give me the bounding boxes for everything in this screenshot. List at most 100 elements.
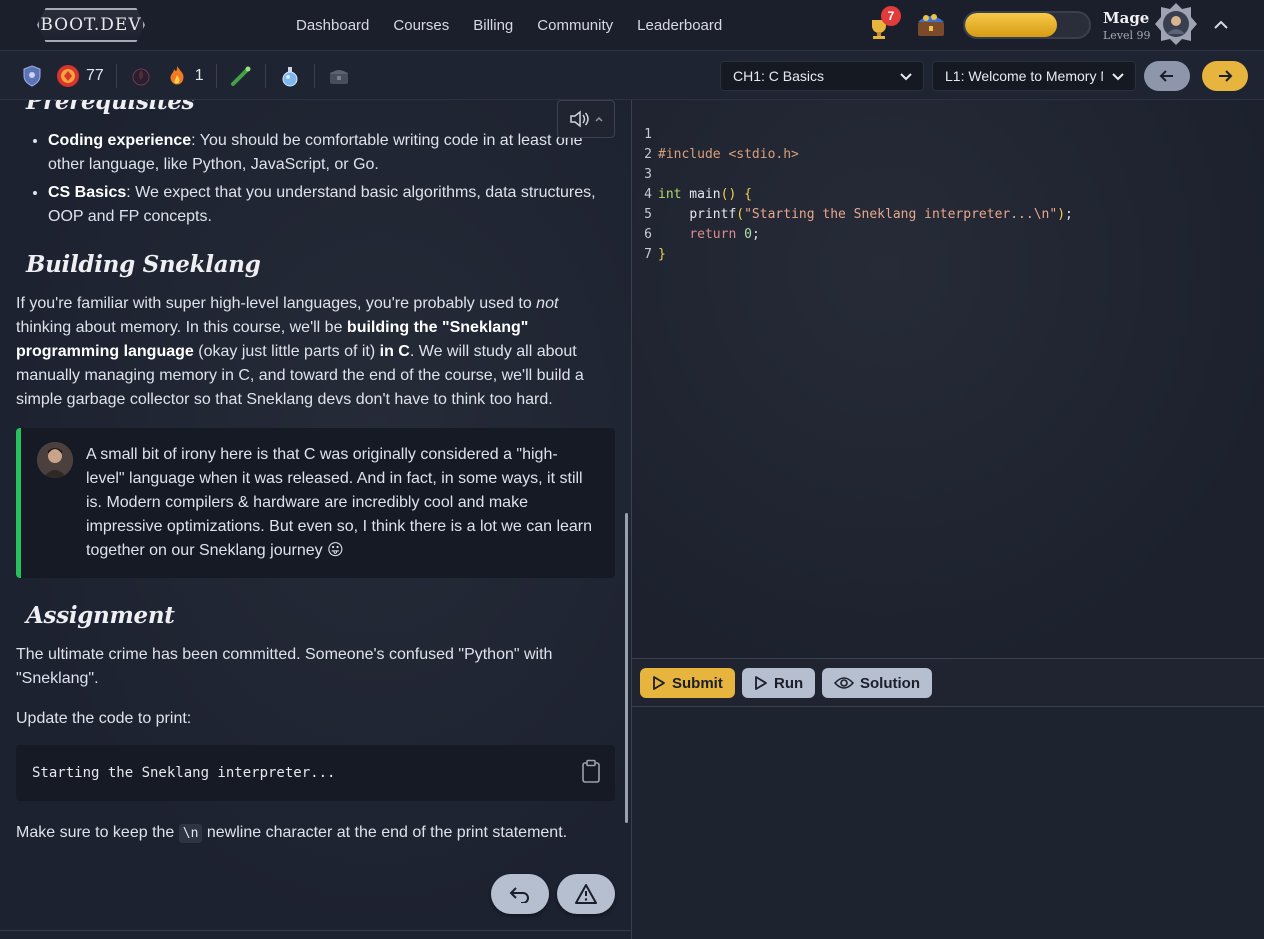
function-name: printf [689,207,737,222]
notifications-button[interactable]: 7 [866,6,901,42]
main-nav: Dashboard Courses Billing Community Lead… [296,0,722,50]
potion-stat[interactable] [266,62,314,90]
collapse-chevron-icon[interactable] [1211,15,1231,35]
code-line: 2 [632,125,663,162]
chevron-up-icon [595,116,603,122]
xp-progress-fill [965,13,1057,37]
shield-stat[interactable] [8,62,56,90]
assignment-heading: Assignment [26,602,175,629]
locked-chest-icon [329,70,348,84]
submit-label: Submit [672,674,723,692]
streak-count: 1 [194,67,204,84]
list-item-text: : We expect that you understand basic al… [48,184,596,225]
list-item: Coding experience: You should be comfort… [48,129,606,177]
xp-progress-bar [963,11,1091,39]
code-text: #include <stdio.h> [658,147,799,162]
function-name: main [681,187,721,202]
lesson-select-value: L1: Welcome to Memory M [945,68,1103,84]
nav-courses[interactable]: Courses [393,17,449,34]
report-issue-button[interactable] [557,874,615,914]
gem-coin-icon [57,65,79,87]
notification-count-badge: 7 [881,6,901,26]
code-text: return 0; [689,227,760,242]
bootdev-logo[interactable]: BOOT.DEV [37,8,145,42]
play-icon [755,676,767,690]
gems-count: 77 [86,67,104,84]
text: If you're familiar with super high-level… [16,295,537,312]
wand-icon [230,66,251,86]
treasure-chest-icon[interactable] [914,10,948,40]
clipboard-icon[interactable] [581,759,601,783]
streak-stat[interactable]: 1 [165,62,216,90]
list-item-title: Coding experience [48,132,192,149]
author-avatar [37,442,73,478]
play-icon [653,676,665,690]
code-line: 3 int main() { [632,145,752,202]
building-paragraph: If you're familiar with super high-level… [16,292,606,412]
player-stats: 77 1 [8,51,363,101]
speaker-icon [570,110,589,128]
lesson-article: Prerequisites Coding experience: You sho… [16,100,615,846]
newline-note: Make sure to keep the \n newline charact… [16,821,606,846]
emphasis: not [536,295,559,312]
next-lesson-button[interactable] [1202,61,1248,91]
code-line: 7 [632,225,663,262]
code-text: int main() { [658,187,752,202]
top-navbar: BOOT.DEV Dashboard Courses Billing Commu… [0,0,1264,50]
editor-action-bar: Submit Run Solution [632,658,1264,707]
undo-button[interactable] [491,874,549,914]
chest-stat[interactable] [315,62,363,90]
eye-icon [834,677,854,689]
flame-icon [170,66,184,85]
lesson-content-pane[interactable]: Prerequisites Coding experience: You sho… [0,100,631,939]
expected-output-codeblock: Starting the Sneklang interpreter... [16,745,615,801]
code-editor[interactable]: 1 #include <stdio.h> 2 3 int main() { 4 … [632,100,1264,658]
string-literal: "Starting the Sneklang interpreter...\n" [744,207,1058,222]
shield-icon [23,65,41,87]
assignment-instruction: Update the code to print: [16,710,192,727]
rank-name: Mage [1103,9,1150,27]
previous-lesson-button[interactable] [1144,61,1190,91]
keyword: return [689,227,737,242]
lesson-toolbar: 77 1 CH1: C Basics L1: Welcome to Memory… [0,50,1264,100]
nav-leaderboard[interactable]: Leaderboard [637,17,722,34]
wand-stat[interactable] [217,62,265,90]
submit-button[interactable]: Submit [640,668,735,698]
inline-code: \n [178,824,203,843]
solution-label: Solution [860,674,920,692]
text: (okay just little parts of it) [193,343,380,360]
potion-icon [282,67,298,87]
chevron-down-icon [900,73,912,81]
rank-level: Level 99 [1103,29,1151,42]
arrow-left-icon [1159,70,1173,82]
content-scrollbar[interactable] [625,513,628,823]
code-text: printf("Starting the Sneklang interprete… [689,207,1073,222]
prerequisites-list: Coding experience: You should be comfort… [16,129,606,229]
nav-community[interactable]: Community [537,17,613,34]
text: thinking about memory. In this course, w… [16,319,347,336]
user-avatar[interactable] [1153,1,1199,47]
building-sneklang-heading: Building Sneklang [26,251,261,278]
dark-flame-stat[interactable] [117,62,165,90]
gems-stat[interactable]: 77 [56,62,116,90]
number-literal: 0 [744,227,752,242]
prerequisites-heading: Prerequisites [26,100,195,115]
list-item-title: CS Basics [48,184,127,201]
nav-billing[interactable]: Billing [473,17,513,34]
run-label: Run [774,674,804,692]
code-sample[interactable]: Starting the Sneklang interpreter... [32,765,335,781]
solution-button[interactable]: Solution [822,668,932,698]
audio-toggle-button[interactable] [557,100,615,138]
text: Make sure to keep the [16,824,179,841]
assignment-paragraph: The ultimate crime has been committed. S… [16,646,553,687]
code-line: 6 } [632,205,666,262]
lesson-select[interactable]: L1: Welcome to Memory M [932,61,1136,91]
text: newline character at the end of the prin… [202,824,568,841]
code-line: 5 return 0; [632,185,760,242]
run-button[interactable]: Run [742,668,816,698]
nav-dashboard[interactable]: Dashboard [296,17,369,34]
divider [0,930,631,931]
output-console[interactable] [632,707,1264,939]
undo-icon [509,887,529,903]
chapter-select[interactable]: CH1: C Basics [720,61,924,91]
